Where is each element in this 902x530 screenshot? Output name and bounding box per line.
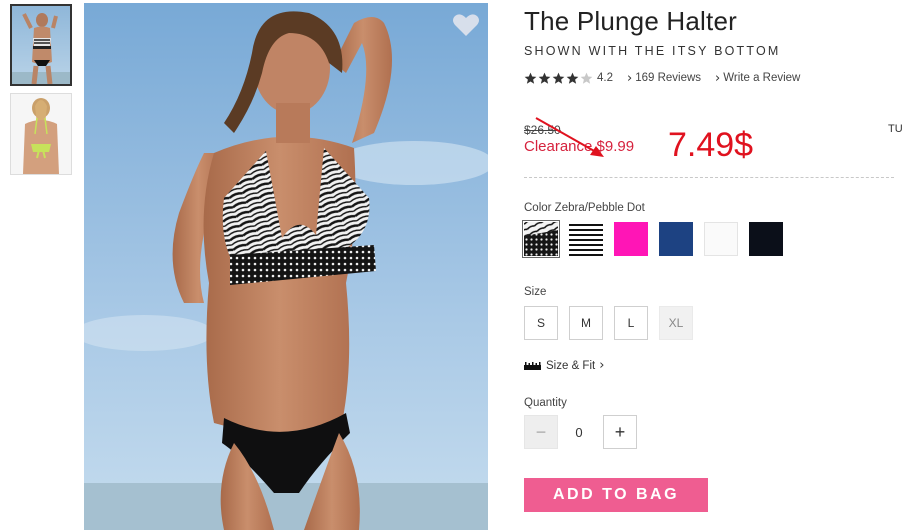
swatch-navy[interactable]	[659, 222, 693, 256]
star-icon	[538, 72, 551, 84]
swatch-hot-pink[interactable]	[614, 222, 648, 256]
star-icon	[580, 72, 593, 84]
quantity-value[interactable]: 0	[562, 415, 596, 449]
product-subtitle: SHOWN WITH THE ITSY BOTTOM	[524, 44, 781, 58]
chevron-right-icon: ›	[599, 358, 605, 373]
rating-row: 4.2 › 169 Reviews › Write a Review	[524, 70, 800, 86]
quantity-increase-button[interactable]: +	[603, 415, 637, 449]
star-rating	[524, 72, 593, 85]
write-review-link[interactable]: › Write a Review	[701, 71, 800, 86]
annotation-price: 7.49$	[668, 126, 754, 164]
ruler-icon	[524, 361, 541, 370]
thumbnail-back[interactable]	[10, 93, 72, 175]
chevron-right-icon: ›	[627, 70, 633, 86]
star-icon	[552, 72, 565, 84]
thumbnail-front[interactable]	[10, 4, 72, 86]
reviews-link-label[interactable]: 169 Reviews	[635, 72, 701, 84]
size-m-button[interactable]: M	[569, 306, 603, 340]
chevron-right-icon: ›	[715, 70, 721, 86]
size-label: Size	[524, 286, 547, 298]
quantity-decrease-button[interactable]: −	[524, 415, 558, 449]
swatch-zebra-pebble-dot[interactable]	[522, 220, 560, 258]
size-xl-button[interactable]: XL	[659, 306, 693, 340]
write-review-label[interactable]: Write a Review	[723, 72, 800, 84]
rating-value: 4.2	[597, 72, 613, 84]
reviews-link[interactable]: › 169 Reviews	[613, 71, 701, 86]
divider	[524, 177, 894, 178]
size-fit-label[interactable]: Size & Fit	[546, 360, 595, 372]
add-to-bag-button[interactable]: ADD TO BAG	[524, 478, 708, 512]
size-s-button[interactable]: S	[524, 306, 558, 340]
swatch-white[interactable]	[704, 222, 738, 256]
product-main-image	[84, 3, 488, 530]
swatch-black[interactable]	[749, 222, 783, 256]
star-icon	[566, 72, 579, 84]
color-label: Color Zebra/Pebble Dot	[524, 202, 645, 214]
annotation-arrow-icon	[535, 117, 604, 157]
cut-off-text: TU	[888, 123, 902, 135]
star-icon	[524, 72, 537, 84]
favorite-heart-icon[interactable]	[452, 12, 480, 38]
product-title: The Plunge Halter	[524, 6, 737, 36]
swatch-black-white-stripe[interactable]	[569, 222, 603, 256]
quantity-label: Quantity	[524, 397, 567, 409]
size-fit-link[interactable]: Size & Fit ›	[524, 358, 604, 373]
size-l-button[interactable]: L	[614, 306, 648, 340]
